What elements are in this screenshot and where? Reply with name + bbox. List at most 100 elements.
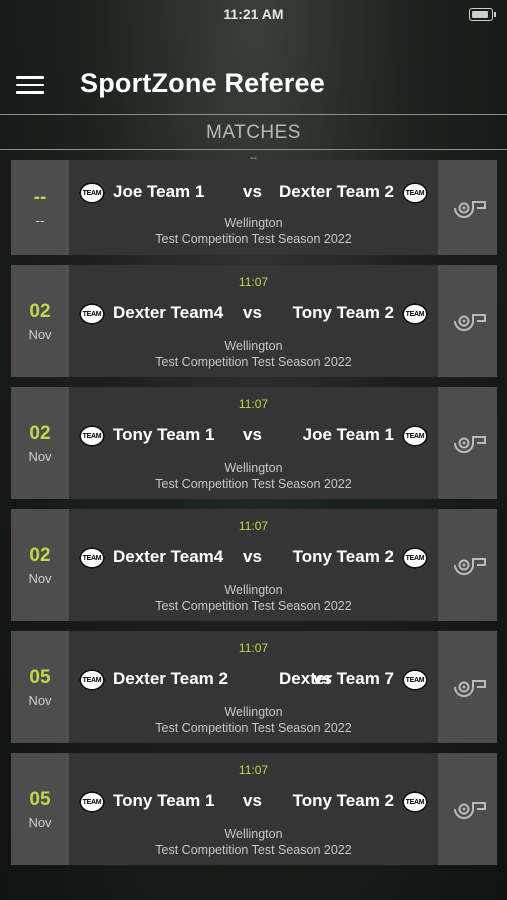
whistle-button[interactable] [438,265,497,377]
app-title: SportZone Referee [80,68,325,98]
match-card[interactable]: 02 Nov 11:07 TEAM Tony Team 1 vs Joe Tea… [11,387,497,499]
match-venue: Wellington [224,461,283,475]
away-team: Tony Team 2 [292,303,394,322]
team-badge-icon: TEAM [402,547,428,569]
match-venue: Wellington [224,216,283,230]
team-badge-icon: TEAM [79,669,105,691]
match-venue: Wellington [224,705,283,719]
match-competition: Test Competition Test Season 2022 [155,355,352,369]
match-card[interactable]: -- -- TEAM Joe Team 1 vs Dexter Team 2 T… [11,160,497,255]
whistle-button[interactable] [438,387,497,499]
whistle-icon [453,436,486,453]
match-date: 05 Nov [11,753,69,865]
status-time: 11:21 AM [223,6,284,22]
match-venue: Wellington [224,827,283,841]
match-card[interactable]: 02 Nov 11:07 TEAM Dexter Team4 vs Tony T… [11,265,497,377]
whistle-icon [453,200,486,218]
match-details: TEAM Joe Team 1 vs Dexter Team 2 TEAM We… [69,160,438,255]
whistle-icon [453,558,486,575]
match-details: 11:07 TEAM Dexter Team4 vs Tony Team 2 T… [69,509,438,621]
home-team: Tony Team 1 [113,425,215,444]
whistle-button[interactable] [438,509,497,621]
home-team: Joe Team 1 [113,182,205,201]
team-badge-icon: TEAM [79,303,105,325]
match-competition: Test Competition Test Season 2022 [155,477,352,491]
divider [0,149,507,150]
whistle-icon [453,680,486,697]
battery-icon [469,8,496,21]
match-details: 11:07 TEAM Tony Team 1 vs Joe Team 1 TEA… [69,387,438,499]
match-date: 05 Nov [11,631,69,743]
match-month: Nov [28,570,52,586]
match-date: 02 Nov [11,387,69,499]
match-teams: TEAM Dexter Team4 vs Tony Team 2 TEAM [69,545,438,573]
match-month: Nov [28,692,52,708]
match-month: -- [35,213,45,228]
match-competition: Test Competition Test Season 2022 [155,232,352,246]
match-teams: TEAM Dexter Team4 vs Tony Team 2 TEAM [69,301,438,329]
team-badge-icon: TEAM [402,303,428,325]
section-title: MATCHES [206,122,301,143]
match-month: Nov [28,814,52,830]
team-badge-icon: TEAM [402,791,428,813]
match-time: 11:07 [238,519,269,533]
match-card[interactable]: 05 Nov 11:07 TEAM Tony Team 1 vs Tony Te… [11,753,497,865]
vs-label: vs [243,791,262,810]
hamburger-menu-icon[interactable] [16,76,44,96]
match-date: 02 Nov [11,509,69,621]
home-team: Dexter Team 2 [113,669,228,688]
team-badge-icon: TEAM [79,425,105,447]
vs-label: vs [243,547,262,566]
match-month: Nov [28,326,52,342]
whistle-button[interactable] [438,753,497,865]
divider [0,114,507,115]
match-venue: Wellington [224,339,283,353]
whistle-button[interactable] [438,160,497,255]
whistle-icon [453,802,486,819]
match-time: 11:07 [238,641,269,655]
away-team: Dexter Team 2 [279,182,394,201]
away-team: Tony Team 2 [292,791,394,810]
home-team: Dexter Team4 [113,547,224,566]
team-badge-icon: TEAM [79,547,105,569]
match-day: -- [33,187,47,208]
whistle-icon [453,314,486,331]
match-competition: Test Competition Test Season 2022 [155,843,352,857]
team-badge-icon: TEAM [402,425,428,447]
match-teams: TEAM Tony Team 1 vs Joe Team 1 TEAM [69,423,438,451]
match-date: 02 Nov [11,265,69,377]
match-card[interactable]: 02 Nov 11:07 TEAM Dexter Team4 vs Tony T… [11,509,497,621]
match-date: -- -- [11,160,69,255]
match-list: -- -- TEAM Joe Team 1 vs Dexter Team 2 T… [11,160,497,875]
match-day: 02 [29,300,51,322]
match-card[interactable]: 05 Nov 11:07 TEAM Dexter Team 2 vs Dexte… [11,631,497,743]
match-competition: Test Competition Test Season 2022 [155,721,352,735]
match-teams: TEAM Joe Team 1 vs Dexter Team 2 TEAM [69,180,438,208]
home-team: Tony Team 1 [113,791,215,810]
match-time: 11:07 [238,275,269,289]
vs-label: vs [243,303,262,322]
whistle-button[interactable] [438,631,497,743]
match-time: 11:07 [238,763,269,777]
match-details: 11:07 TEAM Dexter Team4 vs Tony Team 2 T… [69,265,438,377]
vs-label: vs [243,425,262,444]
vs-label: vs [243,182,262,201]
away-team: Joe Team 1 [302,425,394,444]
match-competition: Test Competition Test Season 2022 [155,599,352,613]
match-day: 05 [29,666,51,688]
team-badge-icon: TEAM [79,182,105,204]
app-header: SportZone Referee [0,58,507,114]
status-bar: 11:21 AM [0,0,507,28]
match-teams: TEAM Tony Team 1 vs Tony Team 2 TEAM [69,789,438,817]
team-badge-icon: TEAM [402,669,428,691]
team-badge-icon: TEAM [402,182,428,204]
away-team: Dexter Team 7 [279,669,394,688]
match-details: 11:07 TEAM Dexter Team 2 vs Dexter Team … [69,631,438,743]
match-venue: Wellington [224,583,283,597]
match-day: 05 [29,788,51,810]
match-day: 02 [29,544,51,566]
match-details: 11:07 TEAM Tony Team 1 vs Tony Team 2 TE… [69,753,438,865]
match-month: Nov [28,448,52,464]
match-day: 02 [29,422,51,444]
match-teams: TEAM Dexter Team 2 vs Dexter Team 7 TEAM [69,667,438,695]
